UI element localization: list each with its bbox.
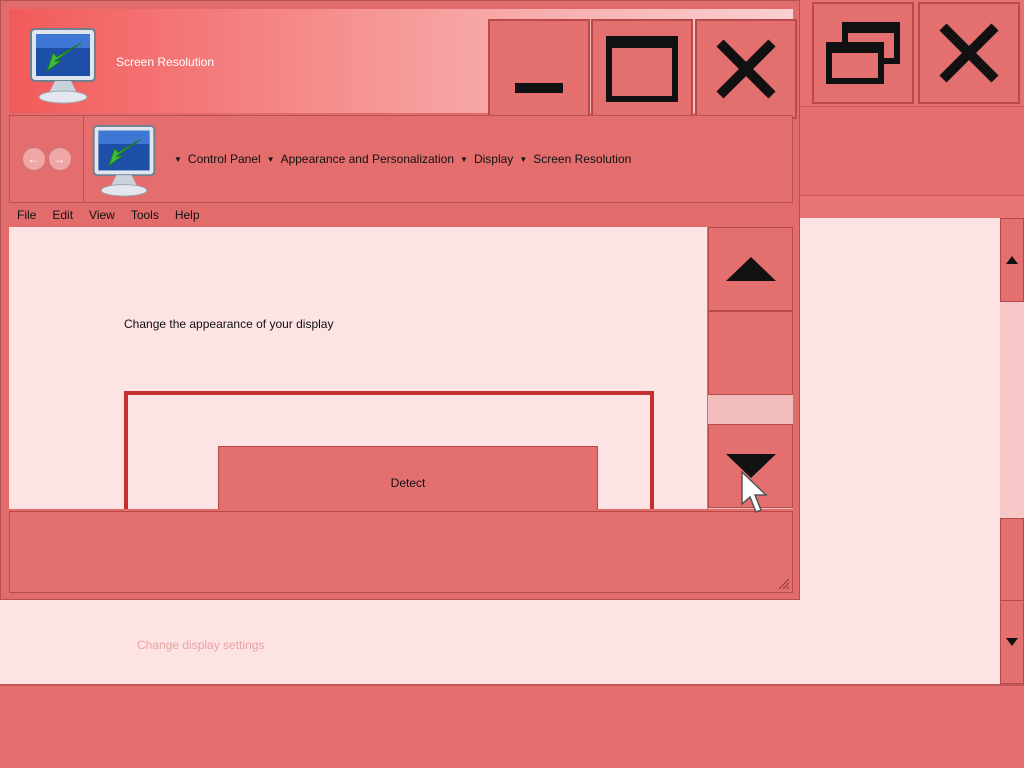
menu-help[interactable]: Help [167,208,208,222]
status-bar [9,511,793,593]
page-heading: Change the appearance of your display [124,317,334,331]
breadcrumb-item-control-panel[interactable]: Control Panel [188,152,261,166]
navigation-buttons: ← → [10,116,84,202]
back-arrow-icon: ← [27,152,40,166]
breadcrumb-item-appearance[interactable]: Appearance and Personalization [281,152,454,166]
background-faded-text: Change display settings [137,638,265,652]
minimize-icon [515,83,563,93]
back-button[interactable]: ← [21,147,46,171]
maximize-button[interactable] [591,19,693,119]
screen-resolution-window: Screen Resolution ← → ▼ Control Panel ▼ … [0,0,800,600]
menu-bar: File Edit View Tools Help [9,205,793,225]
detect-button[interactable]: Detect [218,446,598,509]
breadcrumb: ▼ Control Panel ▼ Appearance and Persona… [174,152,631,166]
menu-tools[interactable]: Tools [123,208,167,222]
chevron-down-icon[interactable]: ▼ [519,155,527,164]
chevron-down-icon[interactable]: ▼ [267,155,275,164]
triangle-down-icon [1006,638,1018,646]
chevron-down-icon[interactable]: ▼ [174,155,182,164]
titlebar[interactable]: Screen Resolution [9,9,797,119]
menu-file[interactable]: File [9,208,44,222]
restore-icon [826,22,900,84]
window-title: Screen Resolution [116,55,215,69]
close-button[interactable] [695,19,797,119]
monitor-icon [30,28,96,104]
background-restore-button[interactable] [812,2,914,104]
mouse-cursor-icon [741,470,768,513]
close-icon [939,23,999,83]
background-scroll-up-button[interactable] [1000,218,1024,302]
triangle-up-icon [1006,256,1018,264]
background-close-button[interactable] [918,2,1020,104]
menu-view[interactable]: View [81,208,123,222]
background-scrollbar[interactable] [1000,218,1024,684]
background-statusbar [0,684,1024,768]
background-scroll-thumb[interactable] [1000,518,1024,602]
detect-button-label: Detect [390,476,426,490]
minimize-button[interactable] [488,19,590,119]
address-bar: ← → ▼ Control Panel ▼ Appearance and Per… [9,115,793,203]
breadcrumb-item-screen-resolution[interactable]: Screen Resolution [533,152,631,166]
vertical-scrollbar[interactable] [708,227,793,509]
forward-button[interactable]: → [47,147,72,171]
menu-edit[interactable]: Edit [44,208,81,222]
close-icon [716,39,776,99]
breadcrumb-item-display[interactable]: Display [474,152,513,166]
triangle-up-icon [725,257,776,281]
scroll-thumb[interactable] [708,311,793,395]
monitor-icon [92,124,156,197]
main-content: Change the appearance of your display De… [9,227,707,509]
maximize-icon [606,36,678,102]
chevron-down-icon[interactable]: ▼ [460,155,468,164]
forward-arrow-icon: → [53,152,66,166]
scroll-up-button[interactable] [708,227,793,311]
background-scroll-down-button[interactable] [1000,600,1024,684]
resize-grip-icon[interactable] [776,576,790,590]
